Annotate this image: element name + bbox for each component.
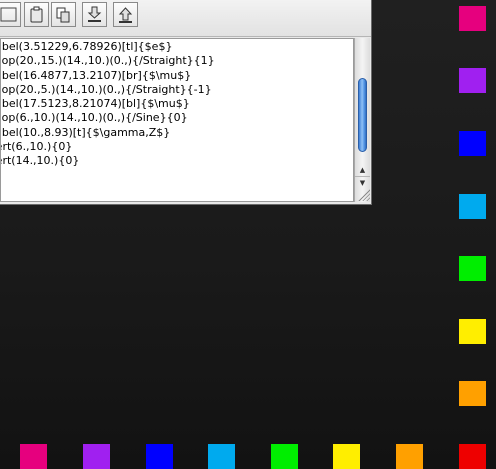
- upload-icon: [118, 7, 133, 23]
- download-button[interactable]: [82, 2, 107, 27]
- color-swatch[interactable]: [459, 68, 486, 93]
- scrollbar-thumb[interactable]: [358, 78, 367, 152]
- code-line: Label(10.,8.93)[t]{$\gamma,Z$}: [0, 125, 171, 139]
- color-swatch[interactable]: [396, 444, 423, 469]
- color-swatch[interactable]: [459, 6, 486, 31]
- resize-grip-icon[interactable]: [357, 188, 370, 201]
- copy-button[interactable]: [51, 2, 76, 27]
- code-line: Loop(20.,5.)(14.,10.)(0.,){/Straight}{-1…: [0, 82, 212, 96]
- color-swatch[interactable]: [459, 256, 486, 281]
- desktop: Label(3.51229,6.78926)[tl]{$e$} Loop(20.…: [0, 0, 496, 469]
- color-swatch[interactable]: [208, 444, 235, 469]
- download-icon: [87, 6, 102, 22]
- color-swatch[interactable]: [271, 444, 298, 469]
- code-line: Label(16.4877,13.2107)[br]{$\mu$}: [0, 68, 192, 82]
- color-swatch[interactable]: [459, 319, 486, 344]
- code-line: Label(3.51229,6.78926)[tl]{$e$}: [0, 40, 173, 53]
- color-swatch[interactable]: [333, 444, 360, 469]
- upload-button[interactable]: [113, 2, 138, 27]
- color-swatch[interactable]: [459, 131, 486, 156]
- vertical-scrollbar[interactable]: ▲ ▼: [354, 38, 370, 202]
- code-line: Loop(6.,10.)(14.,10.)(0.,){/Sine}{0}: [0, 111, 188, 125]
- color-swatch[interactable]: [146, 444, 173, 469]
- color-swatch[interactable]: [459, 444, 486, 469]
- paste-icon: [30, 6, 43, 23]
- code-text-area[interactable]: Label(3.51229,6.78926)[tl]{$e$} Loop(20.…: [0, 38, 354, 202]
- cut-icon: [0, 7, 17, 22]
- scroll-up-arrow-icon[interactable]: ▲: [355, 164, 370, 176]
- copy-icon: [56, 7, 70, 23]
- code-line: Label(17.5123,8.21074)[bl]{$\mu$}: [0, 97, 190, 111]
- editor-window: Label(3.51229,6.78926)[tl]{$e$} Loop(20.…: [0, 0, 372, 205]
- cut-button[interactable]: [0, 2, 21, 27]
- code-line: Vert(6.,10.){0}: [1, 140, 73, 154]
- code-line: Loop(20.,15.)(14.,10.)(0.,){/Straight}{1…: [0, 54, 215, 68]
- code-line: Vert(14.,10.){0}: [1, 154, 80, 168]
- code-lines: Label(3.51229,6.78926)[tl]{$e$} Loop(20.…: [1, 40, 227, 169]
- toolbar: [0, 0, 371, 37]
- color-swatch[interactable]: [459, 381, 486, 406]
- color-swatch[interactable]: [83, 444, 110, 469]
- color-swatch[interactable]: [459, 194, 486, 219]
- color-swatch[interactable]: [20, 444, 47, 469]
- paste-button[interactable]: [24, 2, 49, 27]
